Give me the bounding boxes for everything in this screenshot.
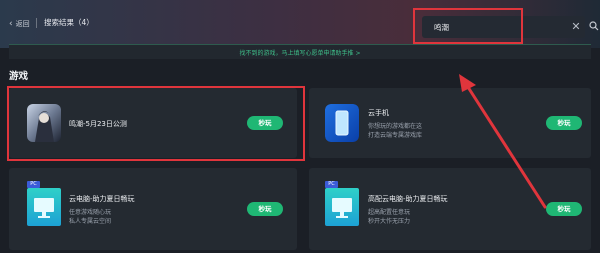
search-input-value: 鸣潮 bbox=[434, 23, 449, 32]
game-card-wuthering-waves[interactable]: 鸣潮-5月23日公测 秒玩 bbox=[9, 88, 297, 158]
cloud-pc-card[interactable]: PC 云电脑-助力夏日畅玩 任意游戏随心玩 私人专属云空间 秒玩 bbox=[9, 168, 297, 250]
wishlist-notice-text: 找不到的游戏，马上填写心愿单申请助手推 > bbox=[239, 50, 361, 57]
card-title: 鸣潮-5月23日公测 bbox=[69, 120, 127, 128]
premium-cloud-pc-icon bbox=[325, 188, 359, 226]
wishlist-notice[interactable]: 找不到的游戏，马上填写心愿单申请助手推 > bbox=[9, 44, 591, 59]
card-title: 云电脑-助力夏日畅玩 bbox=[69, 195, 135, 203]
divider bbox=[36, 18, 37, 28]
section-title-games: 游戏 bbox=[9, 71, 29, 82]
chevron-left-icon: ‹ bbox=[9, 18, 13, 29]
search-icon[interactable] bbox=[589, 21, 599, 31]
cloud-phone-icon bbox=[325, 104, 359, 142]
play-button[interactable]: 秒玩 bbox=[247, 202, 283, 216]
top-header: ‹ 返回 搜索结果（4） 鸣潮 ✕ bbox=[0, 0, 600, 48]
card-desc-line-1: 超高配置任意玩 bbox=[368, 209, 411, 216]
play-button[interactable]: 秒玩 bbox=[247, 116, 283, 130]
premium-cloud-pc-card[interactable]: PC 高配云电脑-助力夏日畅玩 超高配置任意玩 秒开大作无压力 秒玩 bbox=[309, 168, 591, 250]
back-label: 返回 bbox=[15, 20, 30, 28]
pc-badge: PC bbox=[27, 181, 40, 188]
cloud-phone-card[interactable]: 云手机 你想玩的游戏都在这 打造云端专属游戏库 秒玩 bbox=[309, 88, 591, 158]
card-title: 高配云电脑-助力夏日畅玩 bbox=[368, 195, 448, 203]
search-input[interactable]: 鸣潮 ✕ bbox=[422, 16, 585, 38]
cloud-pc-icon bbox=[27, 188, 61, 226]
card-title: 云手机 bbox=[368, 109, 389, 117]
card-desc-line-1: 你想玩的游戏都在这 bbox=[368, 123, 423, 130]
page-title: 搜索结果（4） bbox=[44, 18, 94, 27]
pc-badge: PC bbox=[325, 181, 338, 188]
game-cover-image bbox=[27, 104, 61, 142]
play-button[interactable]: 秒玩 bbox=[546, 202, 582, 216]
clear-icon[interactable]: ✕ bbox=[569, 20, 583, 34]
card-desc-line-2: 私人专属云空间 bbox=[69, 218, 112, 225]
back-button[interactable]: ‹ 返回 bbox=[9, 19, 30, 29]
card-desc-line-2: 打造云端专属游戏库 bbox=[368, 132, 423, 139]
card-desc-line-1: 任意游戏随心玩 bbox=[69, 209, 112, 216]
card-desc-line-2: 秒开大作无压力 bbox=[368, 218, 411, 225]
play-button[interactable]: 秒玩 bbox=[546, 116, 582, 130]
